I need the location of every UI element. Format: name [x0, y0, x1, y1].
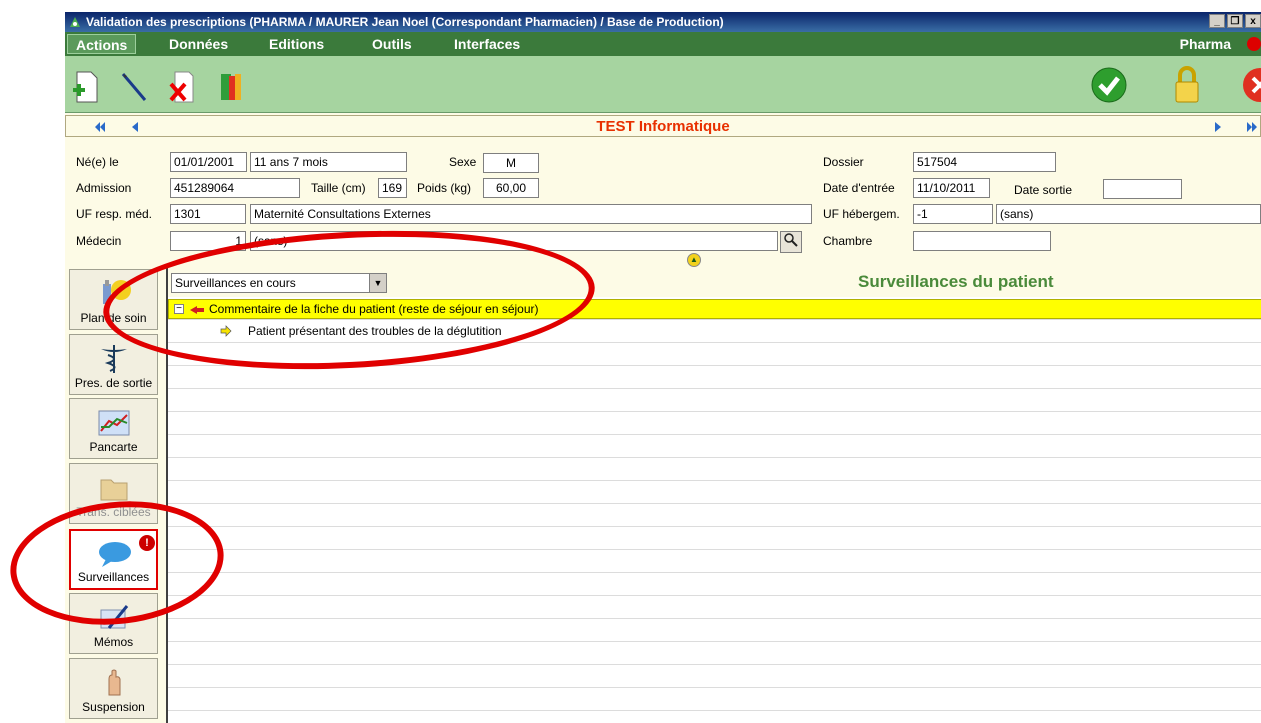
maximize-button[interactable]: ❐	[1227, 14, 1243, 28]
sex-label: Sexe	[449, 155, 477, 169]
birth-label: Né(e) le	[76, 155, 119, 169]
window-controls: _ ❐ x	[1209, 14, 1261, 28]
people-search-icon	[784, 233, 798, 247]
doctor-search-button[interactable]	[780, 231, 802, 253]
collapse-panel-button[interactable]: ▲	[687, 253, 701, 267]
entry-date-field[interactable]: 11/10/2011	[913, 178, 990, 198]
patient-navigation-bar: TEST Informatique	[65, 115, 1261, 137]
menu-bar: Actions Données Editions Outils Interfac…	[65, 32, 1261, 56]
uf-heb-name-field[interactable]: (sans)	[996, 204, 1261, 224]
cancel-x-icon[interactable]	[1241, 66, 1261, 104]
folder-icon	[100, 479, 128, 501]
birth-date-field[interactable]: 01/01/2001	[170, 152, 247, 172]
last-patient-icon[interactable]	[1246, 121, 1258, 133]
doctor-label: Médecin	[76, 234, 122, 248]
caduceus-icon	[101, 345, 127, 373]
room-field[interactable]	[913, 231, 1051, 251]
entry-date-label: Date d'entrée	[823, 181, 895, 195]
height-field[interactable]: 169	[378, 178, 407, 198]
delete-icon[interactable]	[167, 70, 197, 104]
sidebar-item-label: Mémos	[93, 635, 134, 649]
uf-resp-code-field[interactable]: 1301	[170, 204, 246, 224]
menu-editions[interactable]: Editions	[261, 34, 332, 54]
validate-check-icon[interactable]	[1090, 66, 1128, 104]
admission-label: Admission	[76, 181, 132, 195]
next-patient-icon[interactable]	[1213, 121, 1223, 133]
dossier-label: Dossier	[823, 155, 864, 169]
menu-actions[interactable]: Actions	[67, 34, 137, 54]
sex-field[interactable]: M	[483, 153, 539, 173]
uf-resp-name-field[interactable]: Maternité Consultations Externes	[250, 204, 812, 224]
dossier-field[interactable]: 517504	[913, 152, 1056, 172]
chart-icon	[98, 410, 130, 436]
sidebar-item-label: Pres. de sortie	[74, 376, 153, 390]
exit-date-label: Date sortie	[1014, 183, 1073, 197]
app-icon	[70, 17, 80, 27]
weight-field[interactable]: 60,00	[483, 178, 539, 198]
lock-icon[interactable]	[1172, 64, 1202, 104]
room-label: Chambre	[823, 234, 873, 248]
height-label: Taille (cm)	[311, 181, 366, 195]
sidebar-item-pancarte[interactable]: Pancarte	[69, 398, 158, 459]
toolbar	[65, 56, 1261, 113]
sidebar-item-label: Suspension	[82, 700, 145, 714]
admission-field[interactable]: 451289064	[170, 178, 300, 198]
close-window-button[interactable]: x	[1245, 14, 1261, 28]
uf-resp-label: UF resp. méd.	[76, 207, 153, 221]
surveillances-title: Surveillances du patient	[858, 272, 1054, 291]
weight-label: Poids (kg)	[417, 181, 472, 195]
add-document-icon[interactable]	[71, 70, 101, 104]
edit-icon[interactable]	[119, 70, 149, 104]
menu-donnees[interactable]: Données	[161, 34, 236, 54]
minimize-button[interactable]: _	[1209, 14, 1225, 28]
title-bar: Validation des prescriptions (PHARMA / M…	[65, 12, 1261, 32]
sidebar-item-suspension[interactable]: Suspension	[69, 658, 158, 719]
uf-heb-code-field[interactable]: -1	[913, 204, 993, 224]
user-label: Pharma	[1179, 36, 1231, 52]
main-window: Validation des prescriptions (PHARMA / M…	[65, 12, 1261, 723]
uf-heb-label: UF hébergem.	[823, 207, 900, 221]
menu-interfaces[interactable]: Interfaces	[446, 34, 528, 54]
window-title: Validation des prescriptions (PHARMA / M…	[86, 15, 724, 29]
menu-outils[interactable]: Outils	[364, 34, 420, 54]
patient-name: TEST Informatique	[596, 118, 730, 135]
age-field[interactable]: 11 ans 7 mois	[250, 152, 407, 172]
alert-icon[interactable]	[1247, 37, 1261, 51]
book-icon[interactable]	[215, 70, 245, 104]
sidebar-item-label: Pancarte	[89, 440, 138, 454]
hand-stop-icon	[108, 669, 121, 696]
exit-date-field[interactable]	[1103, 179, 1182, 199]
